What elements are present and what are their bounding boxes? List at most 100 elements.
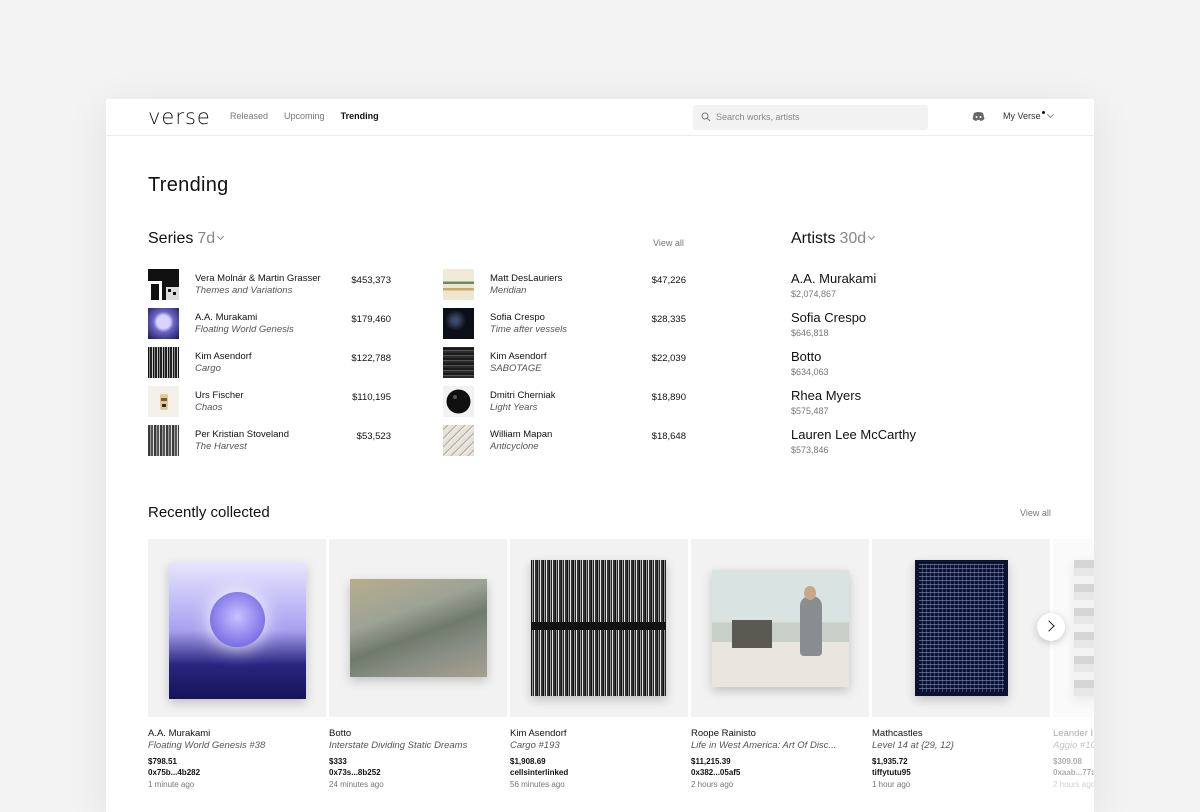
collected-card[interactable]: Kim Asendorf Cargo #193 $1,908.69 cellsi… [510, 539, 688, 809]
artwork-frame [510, 539, 688, 717]
series-price: $122,788 [351, 353, 391, 364]
top-navigation-bar: verse Released Upcoming Trending Search … [106, 99, 1094, 136]
collected-card[interactable]: Mathcastles Level 14 at {29, 12} $1,935.… [872, 539, 1050, 809]
card-collector[interactable]: 0xaab...77a [1053, 768, 1094, 777]
recent-view-all-link[interactable]: View all [1020, 508, 1051, 518]
search-input[interactable]: Search works, artists [693, 105, 928, 130]
discord-icon[interactable] [972, 111, 985, 122]
series-title: Cargo [195, 363, 221, 374]
artist-row[interactable]: Lauren Lee McCarthy $573,846 [791, 427, 916, 455]
card-title: Floating World Genesis #38 [148, 740, 266, 751]
card-artist: Kim Asendorf [510, 728, 567, 739]
card-time: 1 minute ago [148, 780, 195, 789]
card-collector[interactable]: 0x73s...8b252 [329, 768, 381, 777]
artists-heading: Artists 30d [791, 230, 876, 248]
series-row[interactable]: Matt DesLauriers Meridian $47,226 [443, 269, 688, 301]
card-collector[interactable]: 0x75b...4b282 [148, 768, 200, 777]
card-artist: Mathcastles [872, 728, 923, 739]
artists-period-select[interactable]: 30d [839, 230, 866, 247]
artwork-frame [691, 539, 869, 717]
notification-dot [1041, 111, 1045, 114]
series-artist: Kim Asendorf [195, 351, 252, 362]
carousel-next-button[interactable] [1037, 613, 1065, 641]
card-artist: Roope Rainisto [691, 728, 756, 739]
artist-name: A.A. Murakami [791, 271, 877, 286]
series-price: $453,373 [351, 275, 391, 286]
artwork-pattern [919, 564, 1004, 692]
series-price: $179,460 [351, 314, 391, 325]
card-collector[interactable]: tiffytutu95 [872, 768, 911, 777]
series-artist: Dmitri Cherniak [490, 390, 556, 401]
card-time: 2 hours ago [691, 780, 734, 789]
artist-name: Sofia Crespo [791, 310, 867, 325]
series-row[interactable]: A.A. Murakami Floating World Genesis $17… [148, 308, 393, 340]
my-verse-menu[interactable]: My Verse [1003, 110, 1054, 121]
series-artist: A.A. Murakami [195, 312, 258, 323]
series-title: Series [148, 230, 194, 247]
artwork-machine [732, 620, 772, 648]
artwork-band [531, 622, 666, 630]
artist-row[interactable]: Sofia Crespo $646,818 [791, 310, 866, 338]
artwork-image [531, 560, 666, 696]
artist-volume: $2,074,867 [791, 289, 837, 299]
card-title: Life in West America: Art Of Disc... [691, 740, 837, 751]
series-thumbnail [148, 269, 179, 300]
search-icon [701, 112, 711, 122]
series-heading: Series 7d [148, 230, 225, 248]
series-title: SABOTAGE [490, 363, 542, 374]
artist-volume: $575,487 [791, 406, 829, 416]
series-artist: Vera Molnár & Martin Grasser [195, 273, 321, 284]
series-thumbnail [443, 347, 474, 378]
card-collector[interactable]: 0x382...05af5 [691, 768, 740, 777]
card-title: Cargo #193 [510, 740, 560, 751]
card-price: $798.51 [148, 757, 177, 766]
artwork-image [1074, 560, 1094, 696]
series-row[interactable]: Dmitri Cherniak Light Years $18,890 [443, 386, 688, 418]
card-collector[interactable]: cellsinterlinked [510, 768, 568, 777]
artist-row[interactable]: A.A. Murakami $2,074,867 [791, 271, 876, 299]
artist-row[interactable]: Rhea Myers $575,487 [791, 388, 861, 416]
collected-card[interactable]: Botto Interstate Dividing Static Dreams … [329, 539, 507, 809]
series-price: $18,890 [651, 392, 686, 403]
verse-logo[interactable]: verse [148, 105, 211, 129]
series-price: $22,039 [651, 353, 686, 364]
series-row[interactable]: Kim Asendorf Cargo $122,788 [148, 347, 393, 379]
artwork-desk [712, 642, 849, 687]
collected-card[interactable]: Leander I Aggio #10 $309.08 0xaab...77a … [1053, 539, 1094, 809]
series-row[interactable]: William Mapan Anticyclone $18,648 [443, 425, 688, 457]
series-row[interactable]: Urs Fischer Chaos $110,195 [148, 386, 393, 418]
series-row[interactable]: Per Kristian Stoveland The Harvest $53,5… [148, 425, 393, 457]
card-price: $11,215.39 [691, 757, 731, 766]
nav-upcoming[interactable]: Upcoming [284, 111, 325, 121]
collected-card[interactable]: A.A. Murakami Floating World Genesis #38… [148, 539, 326, 809]
nav-trending[interactable]: Trending [341, 111, 379, 121]
series-view-all-link[interactable]: View all [653, 238, 684, 248]
series-artist: Sofia Crespo [490, 312, 545, 323]
collected-card[interactable]: Roope Rainisto Life in West America: Art… [691, 539, 869, 809]
artwork-head [804, 586, 816, 600]
chevron-right-icon [1043, 620, 1055, 632]
series-artist: William Mapan [490, 429, 553, 440]
chevron-down-icon[interactable] [868, 232, 876, 241]
search-placeholder: Search works, artists [716, 112, 800, 122]
artist-row[interactable]: Botto $634,063 [791, 349, 829, 377]
nav-released[interactable]: Released [230, 111, 268, 121]
series-period-select[interactable]: 7d [197, 230, 215, 247]
card-title: Aggio #10 [1053, 740, 1094, 751]
card-title: Interstate Dividing Static Dreams [329, 740, 468, 751]
series-thumbnail [443, 425, 474, 456]
series-artist: Urs Fischer [195, 390, 244, 401]
app-window: verse Released Upcoming Trending Search … [106, 99, 1094, 812]
card-time: 1 hour ago [872, 780, 911, 789]
artwork-frame [872, 539, 1050, 717]
recently-collected-heading: Recently collected [148, 504, 270, 521]
series-row[interactable]: Kim Asendorf SABOTAGE $22,039 [443, 347, 688, 379]
series-title: The Harvest [195, 441, 247, 452]
card-artist: A.A. Murakami [148, 728, 211, 739]
card-time: 56 minutes ago [510, 780, 565, 789]
series-row[interactable]: Sofia Crespo Time after vessels $28,335 [443, 308, 688, 340]
series-title: Chaos [195, 402, 223, 413]
series-row[interactable]: Vera Molnár & Martin Grasser Themes and … [148, 269, 393, 301]
chevron-down-icon[interactable] [217, 232, 225, 241]
card-time: 24 minutes ago [329, 780, 384, 789]
